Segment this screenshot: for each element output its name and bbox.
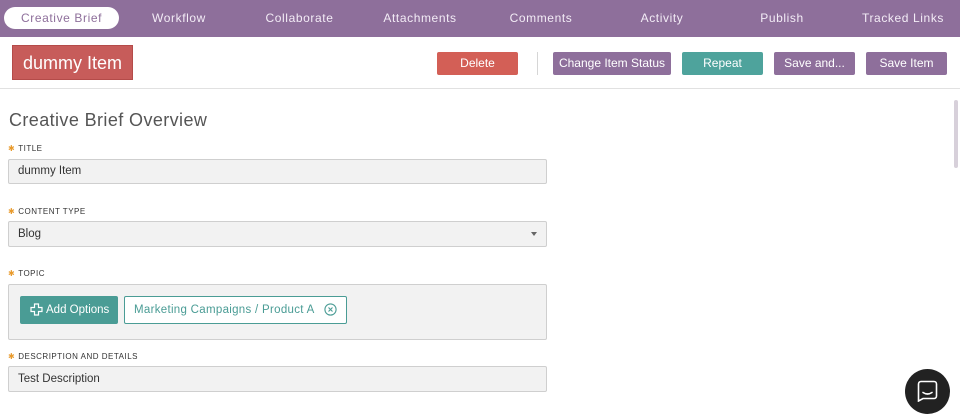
content-type-select[interactable]: Blog <box>8 221 547 247</box>
topic-chip: Marketing Campaigns / Product A <box>124 296 347 324</box>
required-icon: ✱ <box>8 207 16 216</box>
scrollbar[interactable] <box>954 100 958 168</box>
top-tab-bar: Creative Brief Workflow Collaborate Atta… <box>0 0 960 37</box>
add-options-button[interactable]: Add Options <box>20 296 118 324</box>
tab-activity[interactable]: Activity <box>627 7 697 29</box>
save-and-button[interactable]: Save and... <box>774 52 855 75</box>
save-item-button[interactable]: Save Item <box>866 52 947 75</box>
tab-comments[interactable]: Comments <box>497 7 585 29</box>
content-type-value: Blog <box>18 228 42 240</box>
tab-tracked-links[interactable]: Tracked Links <box>853 7 953 29</box>
toolbar-divider <box>537 52 538 75</box>
description-label: ✱ DESCRIPTION AND DETAILS <box>8 352 138 361</box>
tab-collaborate[interactable]: Collaborate <box>252 7 347 29</box>
item-action-header: dummy Item Delete Change Item Status Rep… <box>0 37 960 89</box>
topic-chip-label: Marketing Campaigns / Product A <box>134 304 315 316</box>
add-options-label: Add Options <box>46 304 110 316</box>
title-input[interactable]: dummy Item <box>8 159 547 184</box>
repeat-button[interactable]: Repeat <box>682 52 763 75</box>
plus-outline-icon <box>30 303 43 316</box>
description-input[interactable]: Test Description <box>8 366 547 392</box>
required-icon: ✱ <box>8 269 16 278</box>
change-item-status-button[interactable]: Change Item Status <box>553 52 671 75</box>
content-type-label-text: CONTENT TYPE <box>18 207 86 216</box>
topic-label: ✱ TOPIC <box>8 269 45 278</box>
tab-publish[interactable]: Publish <box>750 7 814 29</box>
title-label-text: TITLE <box>18 144 43 153</box>
remove-circle-icon[interactable] <box>324 303 337 316</box>
item-title-badge: dummy Item <box>12 45 133 80</box>
tab-attachments[interactable]: Attachments <box>370 7 470 29</box>
tab-creative-brief[interactable]: Creative Brief <box>4 7 119 29</box>
title-label: ✱ TITLE <box>8 144 42 153</box>
required-icon: ✱ <box>8 144 16 153</box>
tab-workflow[interactable]: Workflow <box>134 7 224 29</box>
description-label-text: DESCRIPTION AND DETAILS <box>18 352 139 361</box>
topic-label-text: TOPIC <box>18 269 46 278</box>
creative-brief-form: Creative Brief Overview ✱ TITLE dummy Ite… <box>0 90 960 414</box>
chat-icon <box>917 380 938 402</box>
section-title: Creative Brief Overview <box>9 110 208 130</box>
content-type-label: ✱ CONTENT TYPE <box>8 207 86 216</box>
required-icon: ✱ <box>8 352 16 361</box>
chat-launcher-button[interactable] <box>905 369 950 414</box>
delete-button[interactable]: Delete <box>437 52 518 75</box>
chevron-down-icon <box>531 232 537 236</box>
topic-field: Add Options Marketing Campaigns / Produc… <box>8 284 547 340</box>
